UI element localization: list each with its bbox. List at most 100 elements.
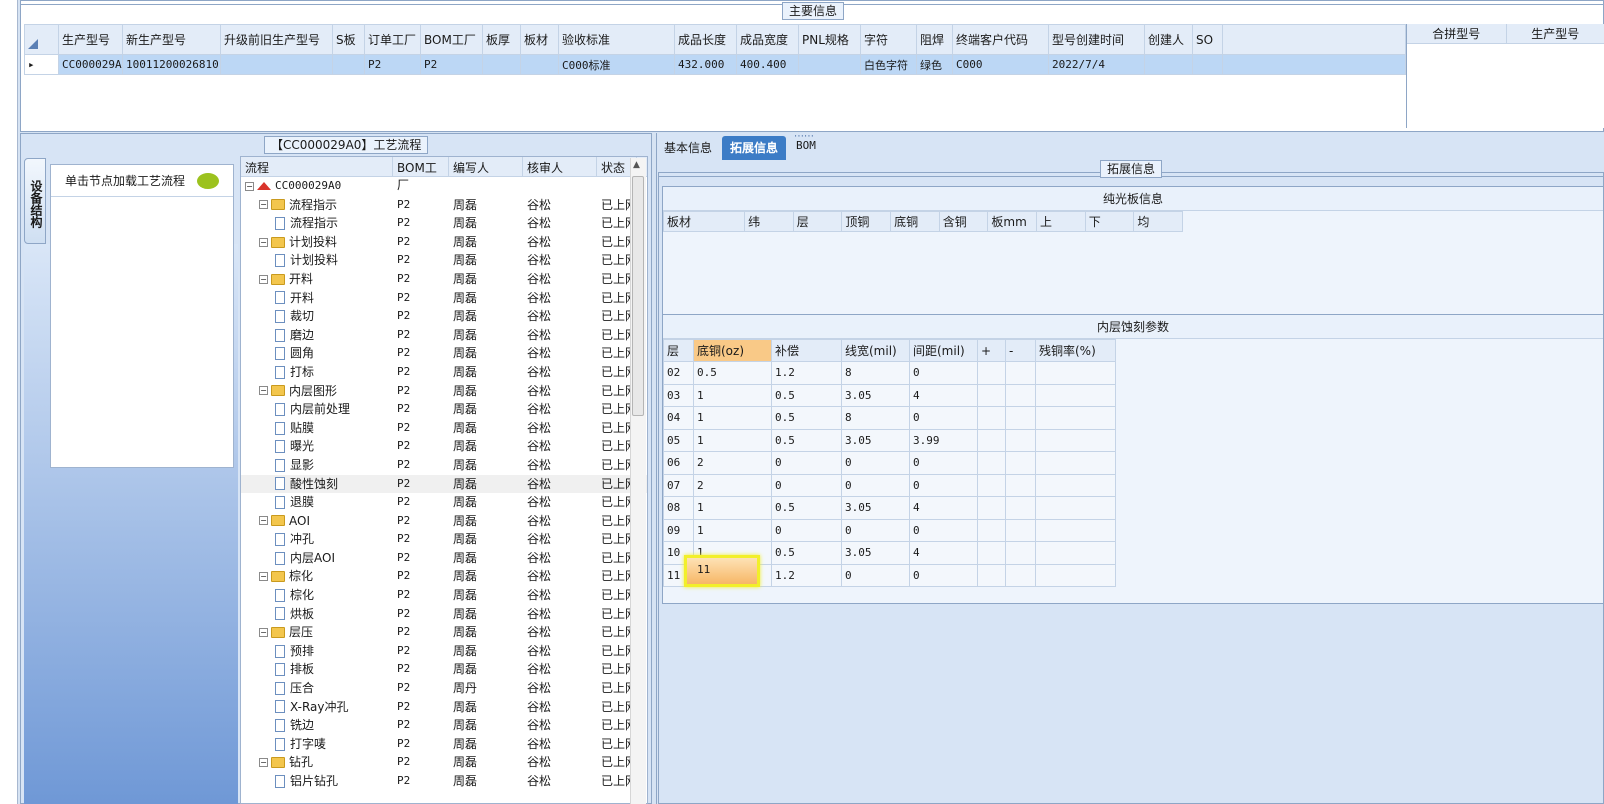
table-cell[interactable]: 05 [663, 428, 694, 452]
tree-row[interactable]: − 计划投料 P2 周磊 谷松 已上网 [241, 233, 647, 252]
table-cell[interactable]: 0 [909, 473, 978, 497]
tree-row[interactable]: 排板 P2 周磊 谷松 已上网 [241, 660, 647, 679]
column-header[interactable]: S板 [332, 24, 365, 55]
collapse-icon[interactable]: − [259, 200, 268, 210]
table-cell[interactable] [1035, 451, 1116, 475]
table-cell[interactable]: 0.5 [693, 361, 772, 385]
table-cell[interactable]: 4 [909, 541, 978, 565]
column-header[interactable]: 底铜 [890, 211, 940, 232]
collapse-icon[interactable]: − [259, 274, 268, 284]
column-header[interactable]: 下 [1084, 211, 1135, 232]
column-header[interactable]: 补偿 [771, 339, 842, 362]
scroll-up-icon[interactable]: ▲ [633, 160, 640, 170]
tree-row[interactable]: 退膜 P2 周磊 谷松 已上网 [241, 493, 647, 512]
table-row[interactable]: 09 1 0 0 0 [663, 518, 1116, 542]
table-cell[interactable] [977, 406, 1006, 430]
tree-root[interactable]: − CC000029A0 [241, 177, 647, 196]
table-cell[interactable]: 3.05 [841, 496, 910, 520]
tree-row[interactable]: 铣边 P2 周磊 谷松 已上网 [241, 716, 647, 735]
collapse-icon[interactable]: − [245, 181, 254, 191]
table-cell[interactable] [798, 54, 861, 75]
table-cell[interactable] [332, 54, 365, 75]
table-cell[interactable]: 8 [841, 406, 910, 430]
tree-row[interactable]: 曝光 P2 周磊 谷松 已上网 [241, 437, 647, 456]
tab-bom[interactable]: BOM [788, 136, 824, 160]
column-header[interactable]: 合拼型号 [1407, 24, 1507, 43]
table-cell[interactable]: 1 [693, 406, 772, 430]
table-cell[interactable]: 04 [663, 406, 694, 430]
column-header[interactable]: 板mm [987, 211, 1038, 232]
collapse-icon[interactable]: − [259, 572, 268, 582]
table-cell[interactable]: 0.5 [771, 406, 842, 430]
table-cell[interactable]: 0.5 [771, 496, 842, 520]
tree-row[interactable]: 显影 P2 周磊 谷松 已上网 [241, 456, 647, 475]
column-header[interactable]: 生产型号 [1507, 24, 1604, 43]
table-cell[interactable]: 1 [693, 383, 772, 407]
table-cell[interactable]: 1 [693, 428, 772, 452]
table-cell[interactable]: 2 [693, 473, 772, 497]
tree-row[interactable]: 圆角 P2 周磊 谷松 已上网 [241, 344, 647, 363]
table-cell[interactable]: 0 [909, 361, 978, 385]
table-cell[interactable]: 0 [909, 518, 978, 542]
table-cell[interactable] [1005, 496, 1036, 520]
table-cell[interactable]: 1 [693, 518, 772, 542]
table-cell[interactable] [977, 428, 1006, 452]
column-header[interactable]: BOM工厂 [420, 24, 483, 55]
column-header[interactable]: 纬 [744, 211, 794, 232]
tree-row[interactable]: 铝片钻孔 P2 周磊 谷松 已上网 [241, 772, 647, 791]
table-cell[interactable]: 3.99 [909, 428, 978, 452]
tree-row[interactable]: − AOI P2 周磊 谷松 已上网 [241, 512, 647, 531]
column-header[interactable]: 均 [1133, 211, 1183, 232]
tab-basic-info[interactable]: 基本信息 [656, 136, 720, 160]
table-cell[interactable]: 0 [841, 451, 910, 475]
table-cell[interactable]: 2022/7/4 [1048, 54, 1145, 75]
table-cell[interactable] [1005, 361, 1036, 385]
column-header[interactable]: 升级前旧生产型号 [220, 24, 333, 55]
tree-row[interactable]: 打标 P2 周磊 谷松 已上网 [241, 363, 647, 382]
table-cell[interactable]: 0.5 [771, 541, 842, 565]
row-selector-header[interactable] [24, 24, 59, 55]
table-cell[interactable] [1005, 541, 1036, 565]
table-cell[interactable] [1035, 473, 1116, 497]
tree-row[interactable]: − 内层图形 P2 周磊 谷松 已上网 [241, 382, 647, 401]
table-cell[interactable]: 0 [771, 473, 842, 497]
table-cell[interactable] [1005, 518, 1036, 542]
tree-row[interactable]: 冲孔 P2 周磊 谷松 已上网 [241, 530, 647, 549]
tree-row[interactable]: − 层压 P2 周磊 谷松 已上网 [241, 623, 647, 642]
collapse-icon[interactable]: − [259, 386, 268, 396]
table-row[interactable]: 05 1 0.5 3.05 3.99 [663, 428, 1116, 452]
table-cell[interactable] [977, 541, 1006, 565]
table-cell[interactable]: 4 [909, 383, 978, 407]
column-header[interactable]: 编写人 [449, 157, 523, 176]
collapse-icon[interactable]: − [259, 516, 268, 526]
column-header[interactable]: 核审人 [523, 157, 597, 176]
tree-row[interactable]: − 开料 P2 周磊 谷松 已上网 [241, 270, 647, 289]
table-cell[interactable]: 400.400 [736, 54, 799, 75]
table-cell[interactable]: 8 [841, 361, 910, 385]
column-header[interactable]: 阻焊 [916, 24, 953, 55]
column-header[interactable]: 板材 [662, 211, 746, 232]
column-header[interactable]: 层 [792, 211, 843, 232]
table-cell[interactable] [977, 563, 1006, 587]
table-cell[interactable]: CC000029A0 [58, 54, 123, 75]
column-header[interactable]: 底铜(oz) [693, 339, 772, 362]
table-row[interactable]: 03 1 0.5 3.05 4 [663, 383, 1116, 407]
table-cell[interactable]: 09 [663, 518, 694, 542]
scrollbar-thumb[interactable] [632, 176, 644, 416]
table-cell[interactable] [1005, 406, 1036, 430]
table-cell[interactable] [977, 451, 1006, 475]
column-header[interactable]: 线宽(mil) [841, 339, 910, 362]
tab-extended-info[interactable]: 拓展信息 [722, 136, 787, 160]
table-row[interactable]: 04 1 0.5 8 0 [663, 406, 1116, 430]
column-header[interactable]: + [977, 339, 1006, 362]
tree-row[interactable]: 计划投料 P2 周磊 谷松 已上网 [241, 251, 647, 270]
table-cell[interactable] [977, 361, 1006, 385]
table-cell[interactable] [1005, 451, 1036, 475]
table-row[interactable]: ▸ CC000029A0 10011200026810 P2 P2 C000标准… [24, 54, 1406, 75]
column-header[interactable]: 流程 [241, 157, 393, 176]
collapse-icon[interactable]: − [259, 758, 268, 768]
table-cell[interactable]: 07 [663, 473, 694, 497]
column-header[interactable]: 验收标准 [558, 24, 675, 55]
tree-row[interactable]: 预排 P2 周磊 谷松 已上网 [241, 642, 647, 661]
table-cell[interactable]: 10011200026810 [122, 54, 221, 75]
